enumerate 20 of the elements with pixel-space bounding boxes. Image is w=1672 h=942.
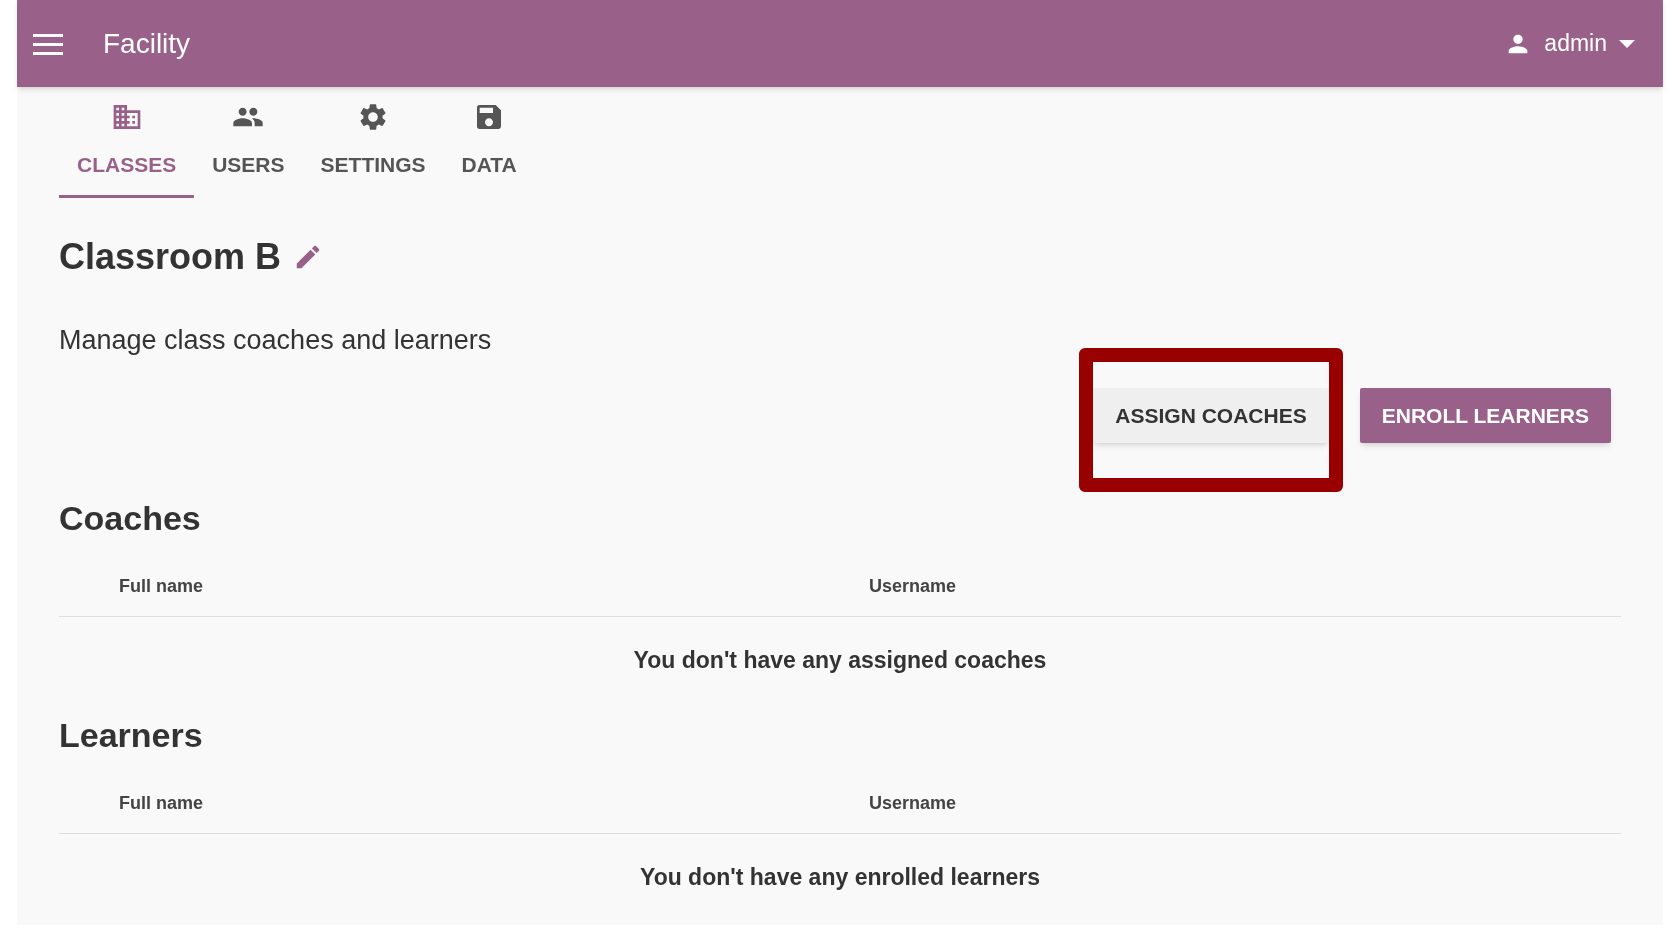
user-menu[interactable]: admin (1504, 26, 1635, 61)
empty-message: You don't have any assigned coaches (632, 646, 1048, 675)
empty-message: You don't have any enrolled learners (639, 862, 1041, 892)
section-heading: Learners (59, 717, 204, 752)
subtitle: Manage class coaches and learners (59, 323, 493, 357)
column-header: Full name (119, 791, 204, 815)
enroll-button[interactable]: ENROLL LEARNERS (1359, 388, 1611, 443)
column-header: Username (869, 575, 957, 598)
menu-icon[interactable] (33, 32, 63, 55)
app-title: Facility (103, 26, 191, 61)
class-title: Classroom B (59, 234, 282, 279)
assign-button[interactable]: ASSIGN COACHES (1093, 388, 1329, 443)
nav-tab[interactable]: DATA (443, 101, 535, 198)
caret-icon (1619, 38, 1635, 49)
nav-tab[interactable]: CLASSES (59, 101, 195, 198)
column-header: Username (869, 791, 957, 815)
section-heading: Coaches (59, 501, 202, 535)
nav-tab[interactable]: USERS (194, 101, 303, 198)
column-header: Full name (119, 575, 204, 598)
nav-tab[interactable]: SETTINGS (302, 101, 444, 198)
